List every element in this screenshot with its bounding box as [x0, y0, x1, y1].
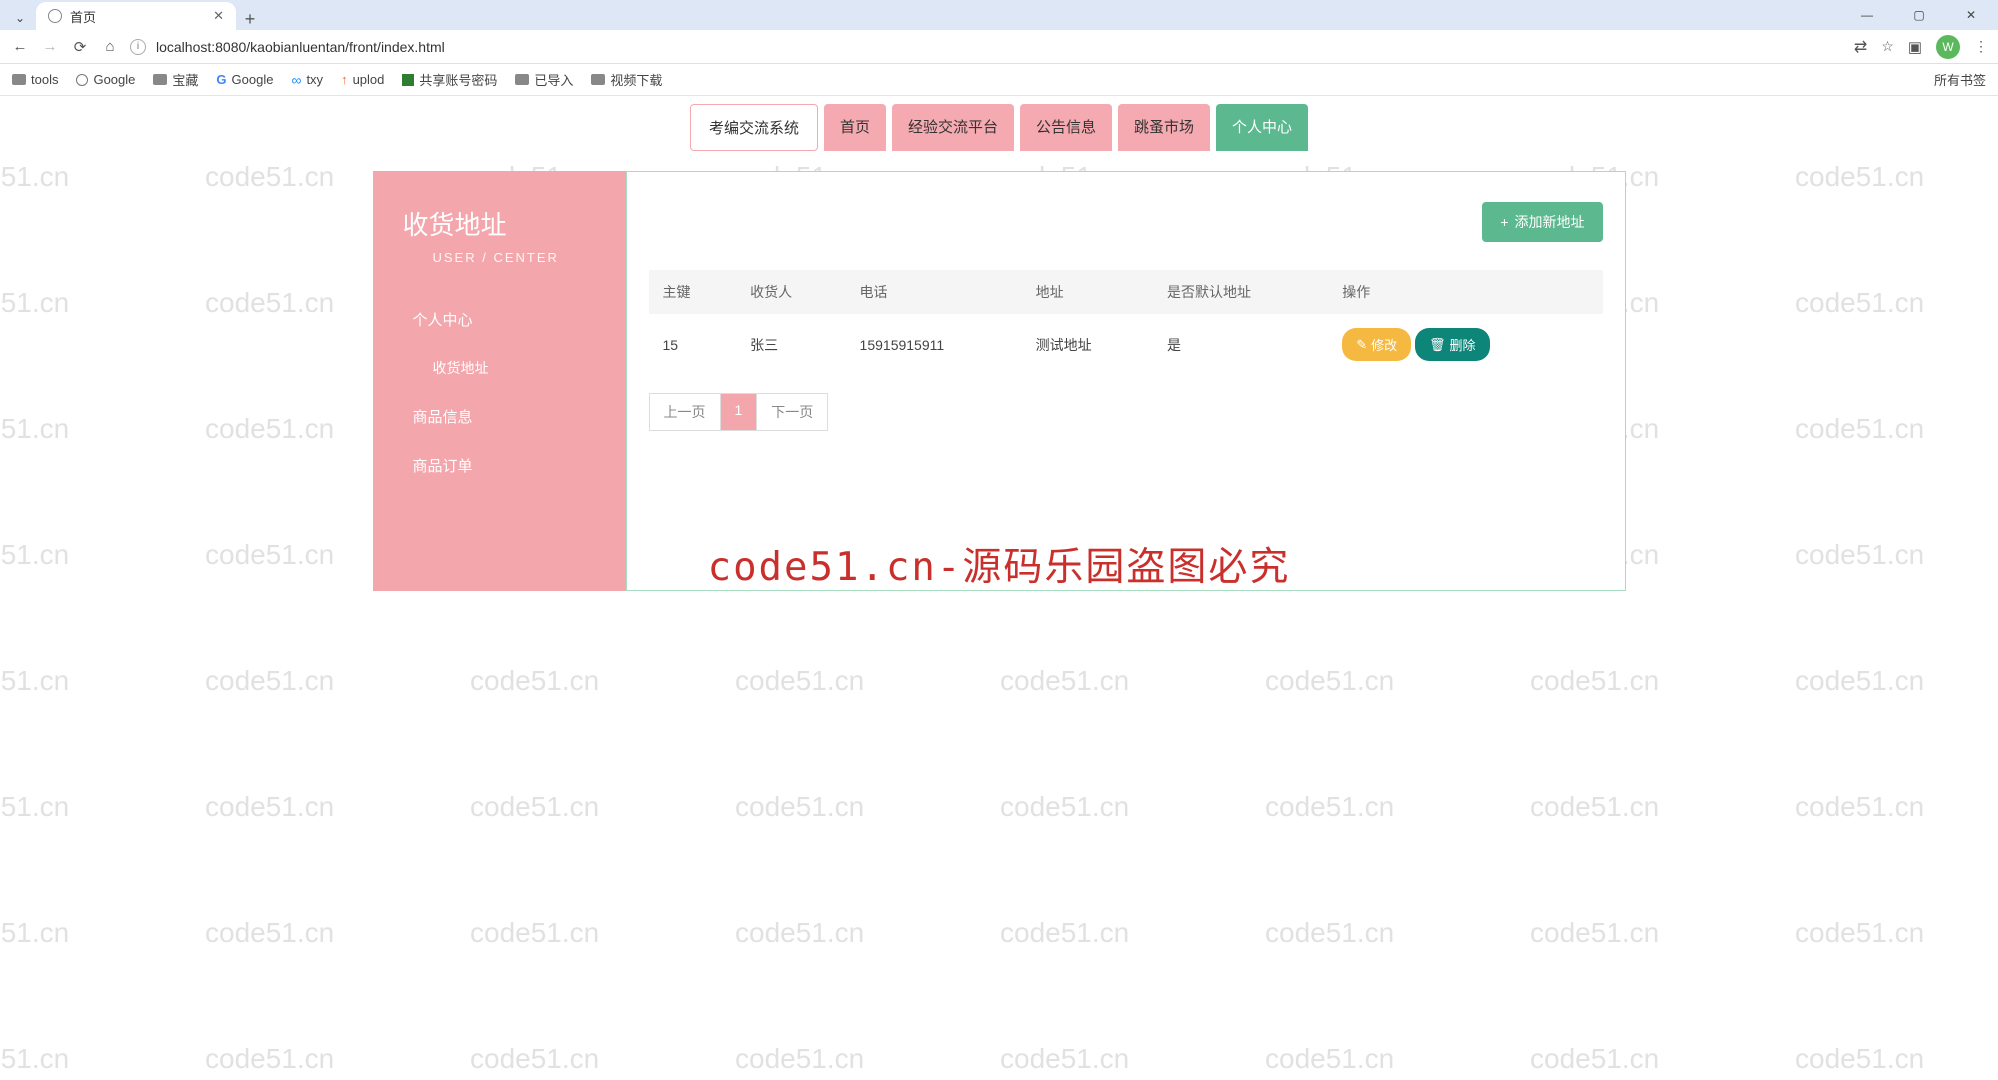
- cell-default: 是: [1153, 314, 1328, 375]
- col-recipient: 收货人: [736, 270, 845, 314]
- table-header-row: 主键 收货人 电话 地址 是否默认地址 操作: [649, 270, 1603, 314]
- col-actions: 操作: [1328, 270, 1602, 314]
- bookmark-uplod[interactable]: ↑uplod: [341, 72, 384, 87]
- sidebar-subtitle: USER / CENTER: [373, 242, 626, 295]
- menu-icon[interactable]: ⋮: [1974, 38, 1988, 55]
- close-tab-icon[interactable]: ✕: [213, 8, 224, 24]
- page-next[interactable]: 下一页: [757, 394, 827, 430]
- cell-phone: 15915915911: [846, 314, 1022, 375]
- nav-market[interactable]: 跳蚤市场: [1118, 104, 1210, 151]
- nav-announce[interactable]: 公告信息: [1020, 104, 1112, 151]
- sidebar-item-profile[interactable]: 个人中心: [373, 295, 626, 344]
- nav-user-center[interactable]: 个人中心: [1216, 104, 1308, 151]
- table-row: 15 张三 15915915911 测试地址 是 ✎ 修改 🗑: [649, 314, 1603, 375]
- home-icon[interactable]: ⌂: [100, 38, 120, 55]
- folder-icon: [12, 74, 26, 85]
- bookmark-video[interactable]: 视频下载: [591, 70, 662, 89]
- bookmark-share[interactable]: 共享账号密码: [402, 70, 497, 89]
- cell-address: 测试地址: [1022, 314, 1153, 375]
- maximize-icon[interactable]: ▢: [1900, 3, 1938, 27]
- anti-theft-watermark: code51.cn-源码乐园盗图必究: [708, 536, 1291, 592]
- page-1[interactable]: 1: [721, 394, 758, 430]
- extensions-icon[interactable]: ▣: [1908, 38, 1922, 56]
- folder-icon: [591, 74, 605, 85]
- window-controls: — ▢ ✕: [1848, 3, 1990, 27]
- bookmark-google[interactable]: Google: [76, 72, 135, 87]
- bookmark-txy[interactable]: ∞txy: [291, 72, 323, 88]
- folder-icon: [515, 74, 529, 85]
- txy-icon: ∞: [291, 72, 301, 88]
- trash-icon: 🗑: [1429, 337, 1446, 353]
- edit-button[interactable]: ✎ 修改: [1342, 328, 1411, 361]
- site-info-icon[interactable]: i: [130, 39, 146, 55]
- plus-icon: +: [1500, 214, 1508, 230]
- profile-avatar[interactable]: W: [1936, 35, 1960, 59]
- upload-icon: ↑: [341, 72, 348, 87]
- close-window-icon[interactable]: ✕: [1952, 3, 1990, 27]
- top-nav: 考编交流系统 首页 经验交流平台 公告信息 跳蚤市场 个人中心: [0, 96, 1998, 159]
- sidebar-item-address[interactable]: 收货地址: [373, 344, 626, 392]
- browser-tab[interactable]: 首页 ✕: [36, 2, 236, 30]
- sidebar-item-orders[interactable]: 商品订单: [373, 441, 626, 490]
- share-icon: [402, 74, 414, 86]
- pagination: 上一页 1 下一页: [649, 393, 829, 431]
- col-id: 主键: [649, 270, 737, 314]
- back-icon[interactable]: ←: [10, 38, 30, 55]
- url-bar: ← → ⟳ ⌂ i localhost:8080/kaobianluentan/…: [0, 30, 1998, 64]
- tab-title: 首页: [70, 7, 96, 26]
- sidebar: 收货地址 USER / CENTER 个人中心 收货地址 商品信息 商品订单: [373, 171, 626, 591]
- cell-actions: ✎ 修改 🗑 删除: [1328, 314, 1602, 375]
- page-prev[interactable]: 上一页: [650, 394, 721, 430]
- bookmarks-bar: tools Google 宝藏 GGoogle ∞txy ↑uplod 共享账号…: [0, 64, 1998, 96]
- col-address: 地址: [1022, 270, 1153, 314]
- cell-name: 张三: [736, 314, 845, 375]
- sidebar-item-goods[interactable]: 商品信息: [373, 392, 626, 441]
- google-icon: G: [216, 72, 226, 87]
- minimize-icon[interactable]: —: [1848, 3, 1886, 27]
- sidebar-title: 收货地址: [373, 205, 626, 242]
- tab-search-dropdown[interactable]: ⌄: [8, 6, 32, 30]
- favicon-icon: [48, 9, 62, 23]
- nav-experience[interactable]: 经验交流平台: [892, 104, 1014, 151]
- bookmark-tools[interactable]: tools: [12, 72, 58, 87]
- url-text: localhost:8080/kaobianluentan/front/inde…: [156, 39, 445, 55]
- forward-icon[interactable]: →: [40, 38, 60, 55]
- bookmark-google2[interactable]: GGoogle: [216, 72, 273, 87]
- col-default: 是否默认地址: [1153, 270, 1328, 314]
- nav-home[interactable]: 首页: [824, 104, 886, 151]
- bookmark-star-icon[interactable]: ☆: [1881, 38, 1894, 55]
- browser-tab-strip: ⌄ 首页 ✕ + — ▢ ✕: [0, 0, 1998, 30]
- all-bookmarks[interactable]: 所有书签: [1930, 70, 1986, 89]
- bookmark-imported[interactable]: 已导入: [515, 70, 573, 89]
- cell-id: 15: [649, 314, 737, 375]
- reload-icon[interactable]: ⟳: [70, 38, 90, 56]
- add-address-button[interactable]: + 添加新地址: [1482, 202, 1602, 242]
- nav-brand: 考编交流系统: [690, 104, 818, 151]
- delete-button[interactable]: 🗑 删除: [1415, 328, 1490, 361]
- bookmark-treasure[interactable]: 宝藏: [153, 70, 198, 89]
- translate-icon[interactable]: ⇄: [1854, 37, 1867, 57]
- url-input[interactable]: i localhost:8080/kaobianluentan/front/in…: [130, 39, 1844, 55]
- content-panel: + 添加新地址 主键 收货人 电话 地址 是否默认地址 操作: [626, 171, 1626, 591]
- globe-icon: [76, 74, 88, 86]
- folder-icon: [153, 74, 167, 85]
- new-tab-button[interactable]: +: [236, 9, 264, 30]
- col-phone: 电话: [846, 270, 1022, 314]
- address-table: 主键 收货人 电话 地址 是否默认地址 操作 15 张三 15915915911…: [649, 270, 1603, 375]
- pencil-icon: ✎: [1356, 337, 1367, 353]
